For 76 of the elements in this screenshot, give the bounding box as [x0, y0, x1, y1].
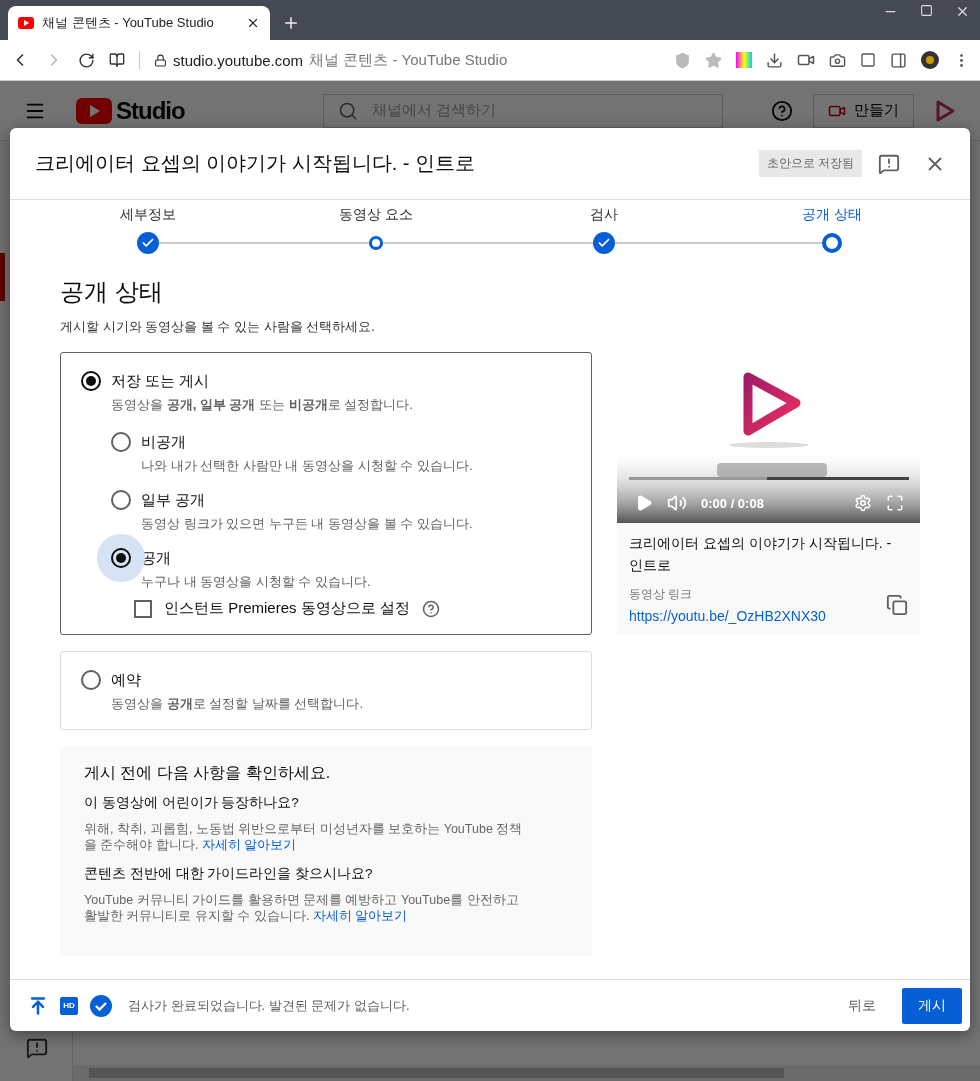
copy-icon[interactable]	[886, 594, 908, 616]
learn-more-link[interactable]: 자세히 알아보기	[312, 909, 408, 923]
option-description: 누구나 내 동영상을 시청할 수 있습니다.	[141, 573, 371, 591]
step-tab[interactable]: 세부정보	[78, 200, 218, 256]
option-label: 예약	[111, 670, 142, 690]
book-icon[interactable]	[109, 52, 125, 68]
option-description: 동영상을 공개로 설정할 날짜를 선택합니다.	[111, 695, 364, 713]
new-tab-icon[interactable]	[282, 14, 300, 32]
color-square-icon[interactable]	[736, 52, 752, 68]
checklist-title: 게시 전에 다음 사항을 확인하세요.	[84, 763, 332, 783]
check-icon	[593, 232, 615, 254]
option-label: 일부 공개	[141, 490, 207, 510]
option-label: 저장 또는 게시	[111, 371, 211, 391]
checkbox[interactable]	[134, 599, 152, 618]
step-tab[interactable]: 동영상 요소	[306, 200, 446, 256]
play-icon[interactable]	[635, 494, 653, 512]
radio-button[interactable]	[111, 432, 131, 452]
step-tab[interactable]: 공개 상태	[762, 200, 902, 256]
back-button[interactable]: 뒤로	[834, 988, 890, 1023]
checklist-text: YouTube 커뮤니티 가이드를 활용하면 문제를 예방하고 YouTube를 안전하고 활발한 커뮤니티로 유지할 수 있습니다. 자세히 알아보기	[84, 892, 520, 924]
draft-status: 초안으로 저장됨	[758, 150, 862, 177]
status-text: 검사가 완료되었습니다. 발견된 문제가 없습니다.	[128, 996, 411, 1015]
fullscreen-icon[interactable]	[886, 494, 904, 512]
option-description: 동영상 링크가 있으면 누구든 내 동영상을 볼 수 있습니다.	[141, 515, 473, 533]
search-icon	[337, 100, 358, 121]
upload-icon	[28, 995, 48, 1016]
help-icon[interactable]	[771, 99, 793, 122]
radio-button[interactable]	[81, 670, 101, 690]
hd-badge: HD	[60, 996, 78, 1015]
sidebar-icon[interactable]	[890, 51, 907, 69]
learn-more-link[interactable]: 자세히 알아보기	[201, 838, 297, 852]
step-tab[interactable]: 검사	[534, 200, 674, 256]
publish-button[interactable]: 게시	[902, 987, 962, 1024]
play-logo-icon[interactable]	[934, 98, 956, 123]
video-link[interactable]: https://youtu.be/_OzHB2XNX30	[629, 608, 886, 624]
close-icon[interactable]	[955, 4, 970, 19]
section-subtitle: 게시할 시기와 동영상을 볼 수 있는 사람을 선택하세요.	[60, 318, 376, 336]
maximize-icon[interactable]	[920, 4, 933, 17]
section-heading: 공개 상태	[60, 277, 164, 307]
check-icon	[137, 232, 159, 254]
browser-tab[interactable]: 채널 콘텐츠 - YouTube Studio	[8, 6, 270, 40]
option-description: 나와 내가 선택한 사람만 내 동영상을 시청할 수 있습니다.	[141, 457, 473, 475]
help-icon[interactable]	[421, 599, 440, 618]
address-field[interactable]: studio.youtube.com 채널 콘텐츠 - YouTube Studio	[139, 50, 660, 70]
checklist-question: 이 동영상에 어린이가 등장하나요?	[84, 794, 300, 812]
sidebar-selection-bar	[0, 253, 5, 301]
scrollbar[interactable]	[73, 1065, 980, 1081]
checklist-text: 위해, 착취, 괴롭힘, 노동법 위반으로부터 미성년자를 보호하는 YouTube 정책을 준수해야 합니다. 자세히 알아보기	[84, 821, 524, 853]
camera-icon[interactable]	[829, 51, 846, 69]
dialog-title: 크리에이터 요셉의 이야기가 시작됩니다. - 인트로	[35, 151, 476, 176]
checklist-question: 콘텐츠 전반에 대한 가이드라인을 찾으시나요?	[84, 865, 374, 883]
check-icon	[90, 994, 112, 1017]
create-button[interactable]: 만들기	[813, 93, 914, 128]
link-label: 동영상 링크	[629, 586, 694, 603]
option-description: 동영상을 공개, 일부 공개 또는 비공개로 설정합니다.	[111, 396, 413, 414]
step-ring-icon	[822, 233, 842, 253]
video-title: 크리에이터 요셉의 이야기가 시작됩니다. - 인트로	[629, 534, 893, 575]
option-label: 비공개	[141, 432, 187, 452]
feedback-button[interactable]	[878, 152, 900, 175]
checkbox-label: 인스턴트 Premieres 동영상으로 설정	[164, 599, 410, 618]
avatar-icon[interactable]	[921, 51, 939, 69]
lock-icon	[154, 53, 167, 67]
star-icon[interactable]	[705, 51, 722, 69]
volume-icon[interactable]	[667, 493, 687, 513]
settings-icon[interactable]	[854, 494, 872, 512]
close-icon[interactable]	[246, 16, 260, 30]
radio-button[interactable]	[111, 490, 131, 510]
step-ring-icon	[369, 236, 383, 250]
reload-icon[interactable]	[78, 51, 95, 69]
video-time: 0:00 / 0:08	[701, 495, 765, 511]
video-logo-icon	[18, 17, 34, 29]
feedback-icon[interactable]	[26, 1037, 48, 1059]
radio-button[interactable]	[81, 371, 101, 391]
option-label: 공개	[141, 548, 172, 568]
download-icon[interactable]	[766, 51, 783, 69]
studio-logo[interactable]: Studio	[76, 96, 185, 125]
